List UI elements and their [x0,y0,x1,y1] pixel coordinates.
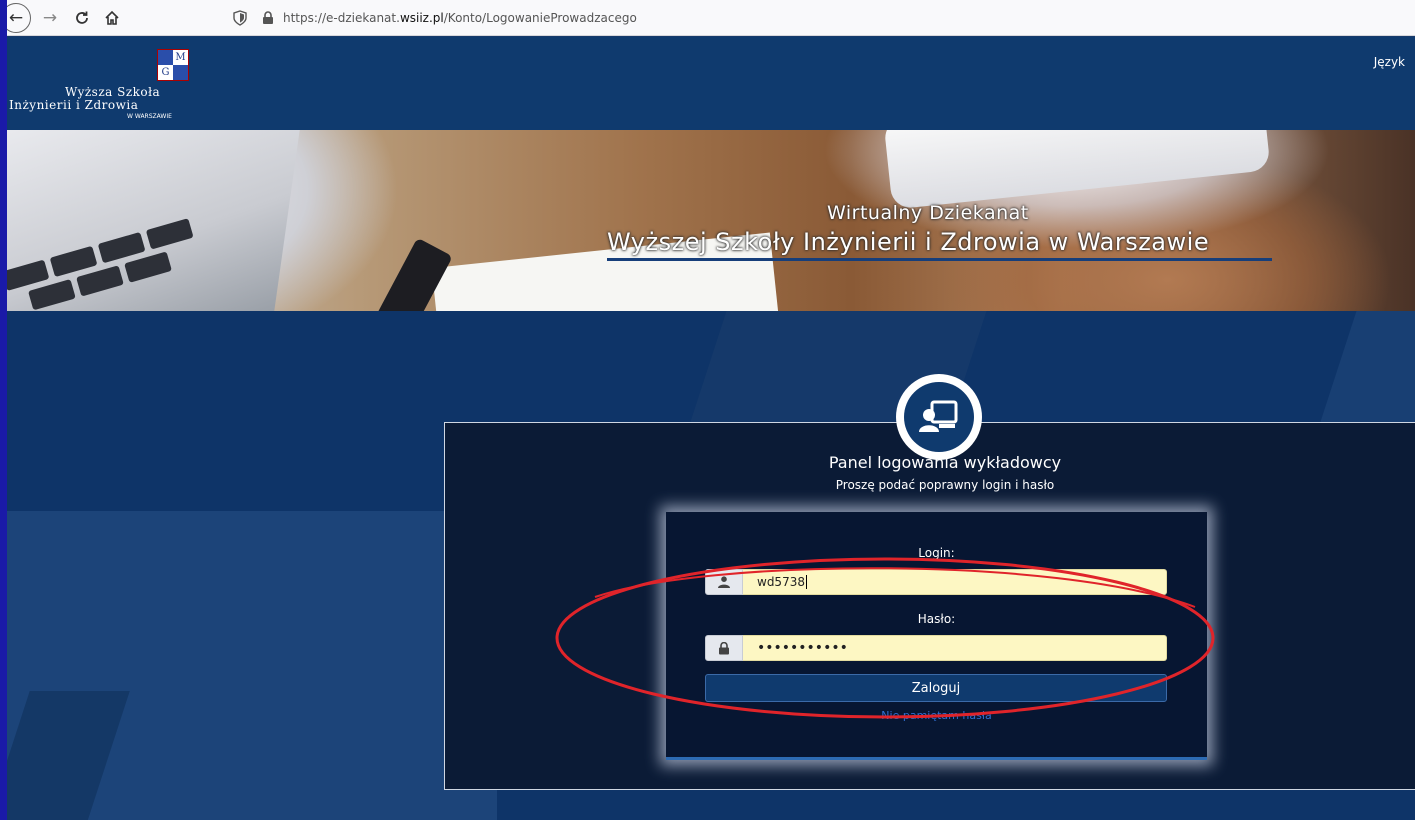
password-input[interactable]: ••••••••••• [743,635,1167,661]
shield-icon[interactable] [233,10,247,26]
reload-icon [76,11,88,24]
hero-banner: Wirtualny Dziekanat Wyższej Szkoły Inżyn… [7,130,1415,311]
home-icon [105,10,119,25]
password-label: Hasło: [917,612,956,626]
language-menu[interactable]: Język [1374,55,1405,69]
banner-underline [607,258,1272,261]
banner-title-line-1: Wirtualny Dziekanat [827,202,1029,224]
banner-title-line-2: Wyższej Szkoły Inżynierii i Zdrowia w Wa… [607,228,1210,256]
logo-line-2: Inżynierii i Zdrowia [9,98,139,112]
url-text[interactable]: https://e-dziekanat.wsiiz.pl/Konto/Logow… [283,11,637,25]
site-header: M G Wyższa Szkoła Inżynierii i Zdrowia W… [7,37,1415,130]
back-button[interactable]: ← [7,2,31,33]
lock-icon [705,635,743,661]
university-logo[interactable]: M G Wyższa Szkoła Inżynierii i Zdrowia W… [9,47,199,127]
panel-subtitle: Proszę podać poprawny login i hasło [835,478,1055,492]
logo-line-3: W WARSZAWIE [127,113,172,120]
screenshot-frame: ← → https://e-dziekanat.wsiiz.pl/Konto/L… [7,0,1415,820]
home-button[interactable] [99,5,125,31]
background-shape [1317,311,1415,431]
main-content: Panel logowania wykładowcy Proszę podać … [7,311,1415,820]
forward-button[interactable]: → [37,5,63,31]
lecturer-icon [896,374,982,460]
login-label: Login: [918,546,955,560]
login-input[interactable]: wd5738 [743,569,1167,595]
forgot-password-link[interactable]: Nie pamiętam hasła [666,709,1207,722]
login-field: wd5738 [705,569,1167,595]
reload-button[interactable] [69,5,95,31]
address-bar[interactable]: https://e-dziekanat.wsiiz.pl/Konto/Logow… [227,4,1415,32]
phone-image [883,130,1271,210]
logo-line-1: Wyższa Szkoła [65,85,161,99]
login-form: Login: wd5738 Hasło: ••••••••••• Zaloguj… [666,512,1207,760]
crest-icon: M G [157,49,189,81]
login-submit-button[interactable]: Zaloguj [705,674,1167,702]
banner-title: Wirtualny Dziekanat Wyższej Szkoły Inżyn… [607,202,1272,261]
user-icon [705,569,743,595]
password-field: ••••••••••• [705,635,1167,661]
lock-icon[interactable] [261,11,275,25]
login-panel: Panel logowania wykładowcy Proszę podać … [444,422,1415,790]
browser-toolbar: ← → https://e-dziekanat.wsiiz.pl/Konto/L… [7,0,1415,36]
